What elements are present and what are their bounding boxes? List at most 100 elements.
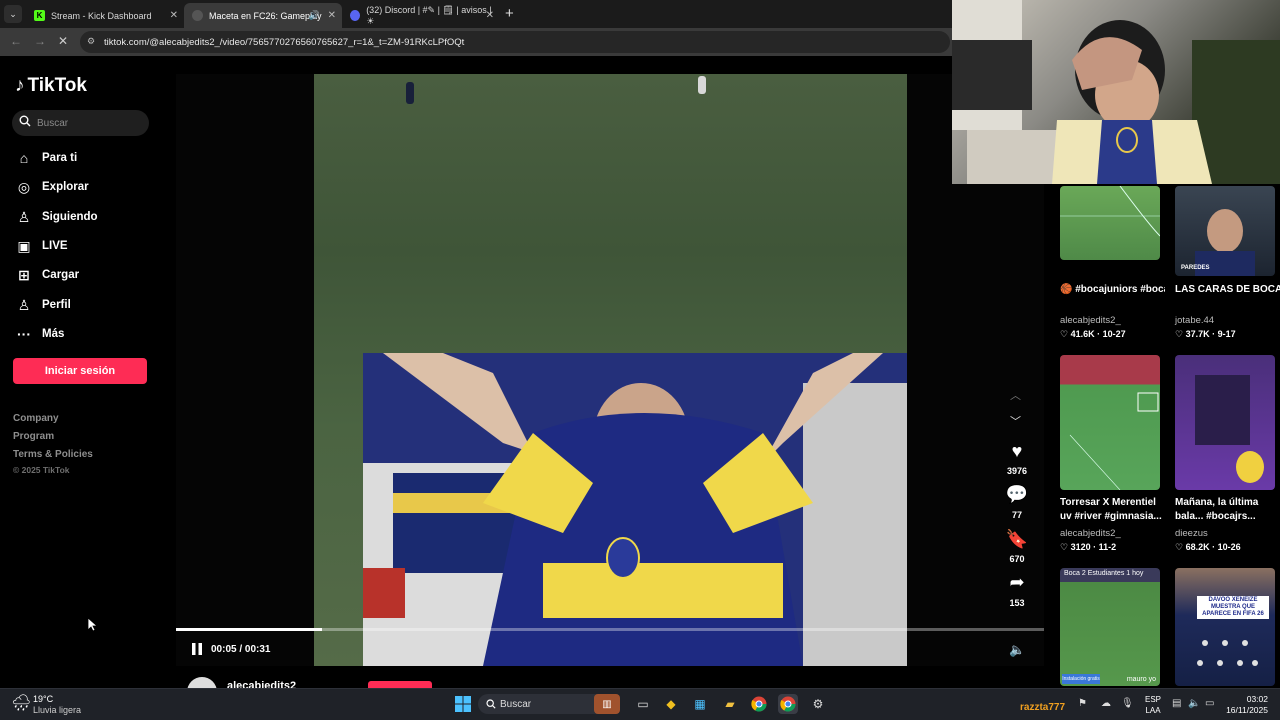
game-app-icon[interactable]: ◆ (661, 694, 681, 714)
file-explorer-icon[interactable]: ▰ (720, 694, 740, 714)
related-video-thumbnail[interactable]: Boca 2 Estudiantes 1 hoy Instalación gra… (1060, 568, 1160, 686)
close-tab-icon[interactable]: ✕ (486, 10, 494, 21)
footer-link-terms[interactable]: Terms & Policies (13, 449, 93, 460)
pause-icon[interactable] (191, 642, 203, 656)
like-icon[interactable]: ♥ (1005, 441, 1029, 462)
task-view-icon[interactable]: ▭ (633, 694, 653, 714)
lineup-graphic (1197, 640, 1258, 666)
footer-link-program[interactable]: Program (13, 431, 54, 442)
nav-label: Perfil (42, 299, 71, 311)
thumbnail-overlay-text: DAVOO XENEIZE MUESTRA QUE APARECE EN FIF… (1197, 596, 1269, 619)
windows-logo-icon (455, 696, 471, 712)
tray-microphone-icon[interactable]: 🎙 (1121, 698, 1134, 709)
chrome-icon[interactable] (749, 694, 769, 714)
nav-label: LIVE (42, 240, 68, 252)
nav-live[interactable]: ▣ LIVE (15, 234, 68, 258)
login-button[interactable]: Iniciar sesión (13, 358, 147, 384)
related-video-thumbnail[interactable] (1060, 355, 1160, 490)
nav-cargar[interactable]: ⊞ Cargar (15, 263, 79, 287)
bookmark-icon[interactable]: 🔖 (1005, 529, 1029, 550)
speaker-icon[interactable]: 🔈 (1188, 698, 1200, 709)
related-video-title[interactable]: Torresar X Merentiel uv #river #gimnasia… (1060, 496, 1165, 524)
tiktok-logo[interactable]: ♪ TikTok (15, 75, 87, 97)
keyboard-layout-indicator[interactable]: LAA (1144, 706, 1162, 715)
discord-icon (350, 10, 361, 21)
nav-para-ti[interactable]: ⌂ Para ti (15, 146, 77, 170)
tab-label: Maceta en FC26: Gameplay (209, 10, 322, 21)
taskbar-username[interactable]: razzta777 (1020, 702, 1065, 713)
overlay-text: DAVOO XENEIZE MUESTRA QUE APARECE EN FIF… (1202, 597, 1264, 617)
close-tab-icon[interactable]: ✕ (170, 10, 178, 21)
start-menu-icon[interactable] (453, 694, 473, 714)
settings-icon[interactable]: ⚙ (808, 694, 828, 714)
close-tab-icon[interactable]: ✕ (328, 10, 336, 21)
nav-explorar[interactable]: ◎ Explorar (15, 175, 89, 199)
weather-icon[interactable]: 🌧 (11, 693, 31, 713)
related-video-user[interactable]: dieezus (1175, 528, 1280, 539)
related-video-title[interactable]: Mañana, la última bala... #bocajrs... (1175, 496, 1280, 524)
clock-date[interactable]: 16/11/2025 (1220, 705, 1268, 715)
site-info-icon[interactable]: ⚙ (87, 36, 95, 47)
tab-kick-dashboard[interactable]: K Stream - Kick Dashboard ✕ (26, 3, 184, 28)
tray-app-icon[interactable]: ⚑ (1078, 698, 1087, 709)
footer-link-company[interactable]: Company (13, 413, 59, 424)
nav-siguiendo[interactable]: ♙ Siguiendo (15, 205, 98, 229)
language-indicator[interactable]: ESP (1145, 695, 1161, 704)
like-count: 3976 (1006, 466, 1028, 476)
forward-icon[interactable]: → (34, 34, 46, 48)
chrome-active-icon[interactable] (778, 694, 798, 714)
tab-discord[interactable]: (32) Discord | #✎ | 🗒 | avisos | ☀ ✕ (342, 3, 500, 28)
copyright-text: © 2025 TikTok (13, 465, 70, 475)
video-time: 00:05 / 00:31 (211, 644, 271, 655)
tab-search-button[interactable]: ⌄ (4, 5, 22, 23)
related-video-user[interactable]: alecabjedits2_ (1060, 315, 1165, 326)
clock-time[interactable]: 03:02 (1226, 694, 1268, 704)
calculator-icon[interactable]: ▦ (690, 694, 710, 714)
volume-icon[interactable]: 🔈 (1009, 642, 1025, 658)
thumbnail-overlay-text: Boca 2 Estudiantes 1 hoy (1064, 570, 1144, 577)
mouse-cursor-icon (88, 618, 98, 632)
related-video-title[interactable]: 🏀 #bocajuniors #boca #cabj... (1060, 283, 1165, 297)
tab-label: (32) Discord | #✎ | 🗒 | avisos | ☀ (366, 4, 492, 26)
tab-tiktok-video[interactable]: Maceta en FC26: Gameplay 🔊 ✕ (184, 3, 342, 28)
live-icon: ▣ (17, 237, 31, 254)
progress-fill (176, 628, 322, 631)
compass-icon: ◎ (17, 178, 31, 195)
related-video-thumbnail[interactable]: PAREDES (1175, 186, 1275, 276)
chrome-logo-icon (780, 696, 796, 712)
title-text: Mañana, la última bala... #bocajrs... (1175, 497, 1259, 522)
tiktok-icon (192, 10, 203, 21)
nav-perfil[interactable]: ♙ Perfil (15, 293, 71, 317)
nav-mas[interactable]: ··· Más (15, 322, 64, 346)
share-icon[interactable]: ➦ (1005, 572, 1029, 593)
related-video-thumbnail[interactable]: DAVOO XENEIZE MUESTRA QUE APARECE EN FIF… (1175, 568, 1275, 686)
related-video-user[interactable]: jotabe.44 (1175, 315, 1280, 326)
next-video-icon[interactable]: ﹀ (1010, 413, 1021, 429)
related-video-title[interactable]: LAS CARAS DE BOCA JUNIORS EN... (1175, 283, 1280, 297)
comment-icon[interactable]: 💬 (1005, 484, 1029, 505)
tray-cloud-icon[interactable]: ☁ (1101, 698, 1111, 709)
celebrating-person-illustration (363, 353, 907, 666)
weather-description: Lluvia ligera (33, 705, 82, 715)
new-tab-button[interactable]: + (505, 5, 514, 22)
tab-label: Stream - Kick Dashboard (51, 10, 152, 21)
network-icon[interactable]: ▤ (1172, 698, 1181, 709)
home-icon: ⌂ (19, 150, 29, 166)
related-video-thumbnail[interactable] (1060, 186, 1160, 260)
related-video-thumbnail[interactable] (1175, 355, 1275, 490)
save-count: 670 (1009, 554, 1025, 564)
search-highlight-icon[interactable]: ▥ (594, 694, 620, 714)
audio-playing-icon[interactable]: 🔊 (309, 10, 320, 21)
stop-loading-icon[interactable]: ✕ (58, 34, 68, 48)
url-field[interactable]: tiktok.com/@alecabjedits2_/video/7565770… (80, 31, 950, 53)
thumbnail-badge: Instalación gratis (1062, 674, 1100, 684)
search-input[interactable]: Buscar (12, 110, 149, 136)
related-video-stats: ♡ 37.7K · 9-17 (1175, 329, 1236, 339)
previous-video-icon[interactable]: ︿ (1010, 387, 1021, 403)
tiktok-note-icon: ♪ (15, 75, 25, 96)
related-video-user[interactable]: alecabjedits2_ (1060, 528, 1165, 539)
battery-icon[interactable]: ▭ (1205, 698, 1214, 709)
related-video-stats: ♡ 68.2K · 10-26 (1175, 542, 1241, 552)
back-icon[interactable]: ← (10, 34, 22, 48)
upload-icon: ⊞ (18, 266, 30, 283)
